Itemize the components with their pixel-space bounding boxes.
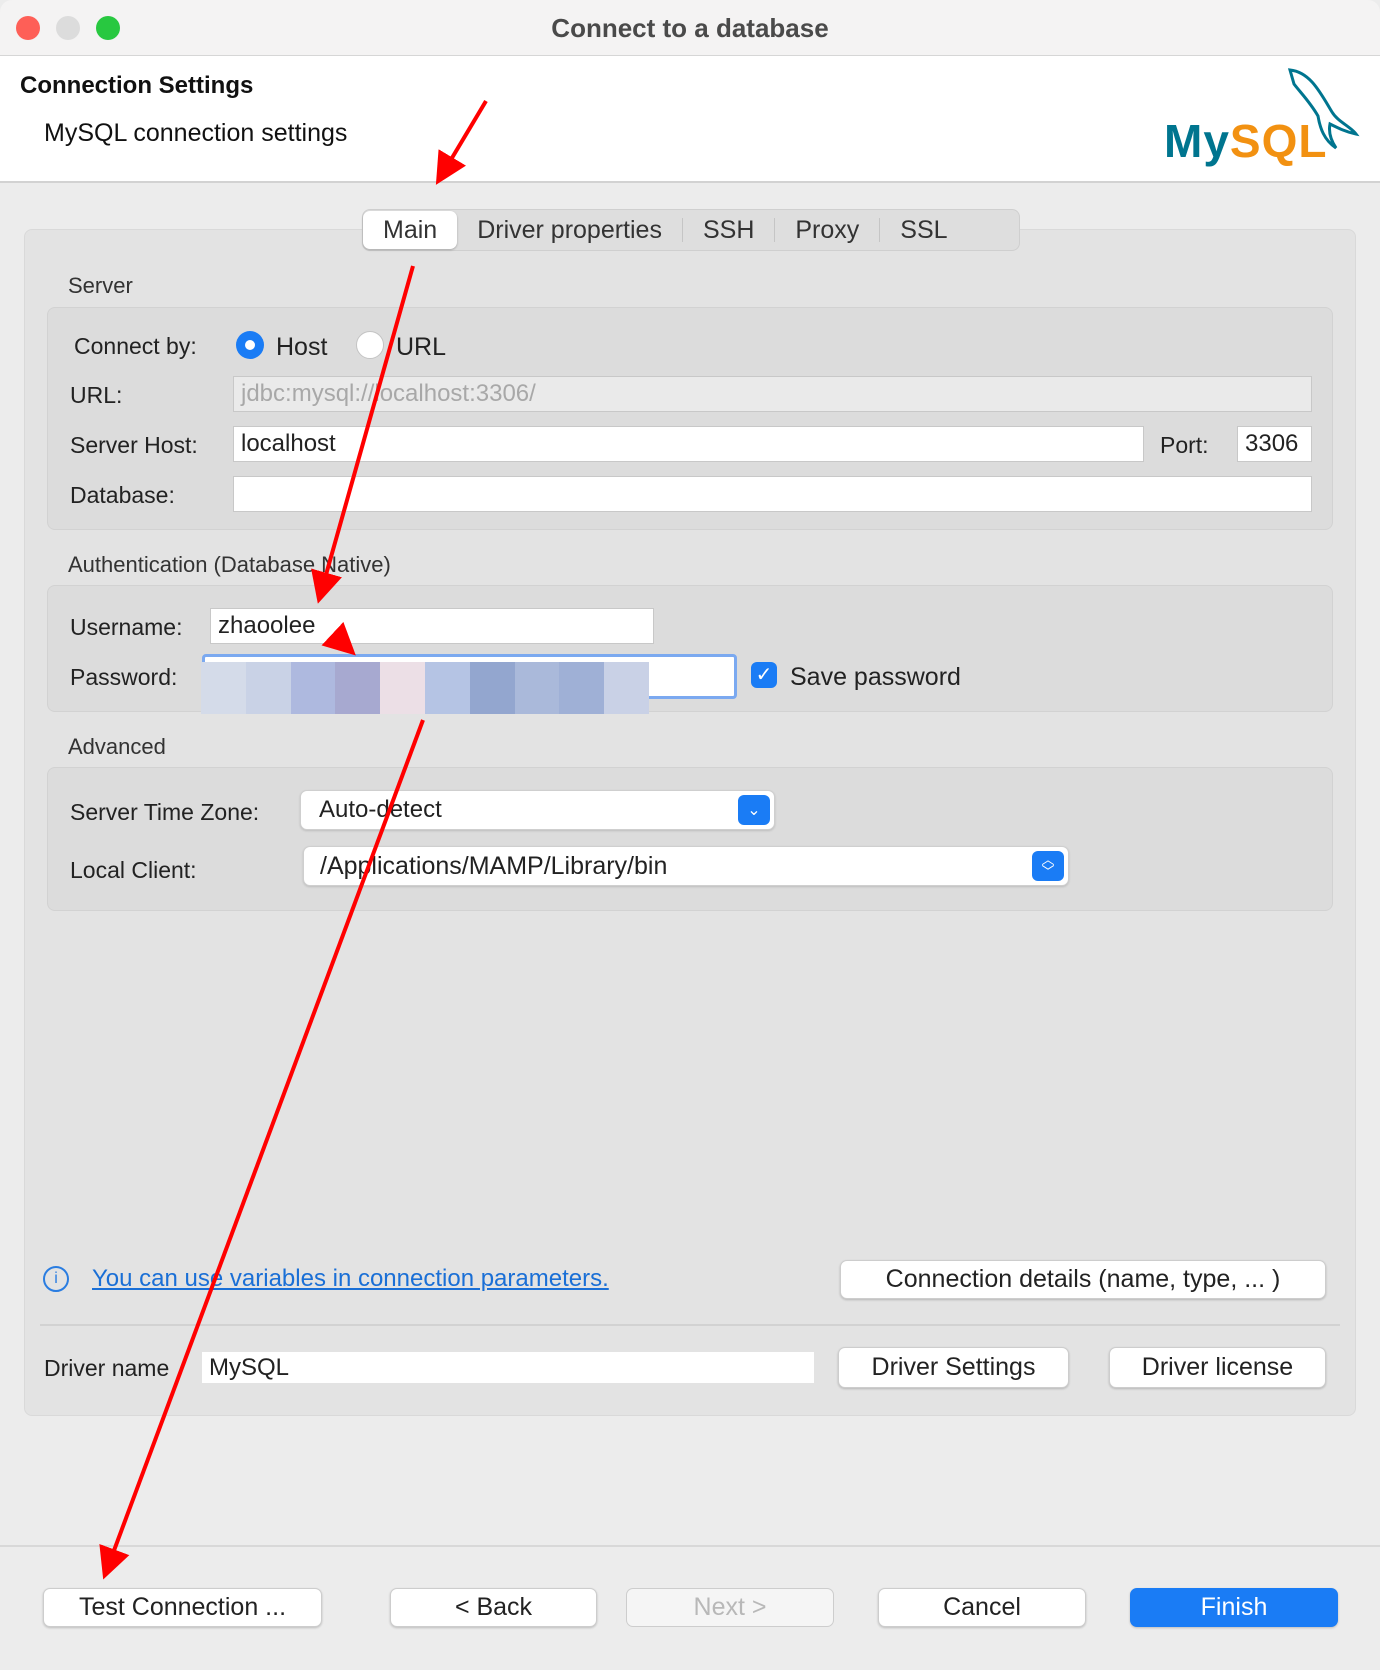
port-input[interactable]: 3306	[1237, 426, 1312, 462]
connect-by-label: Connect by:	[74, 333, 197, 359]
url-input[interactable]: jdbc:mysql://localhost:3306/	[233, 376, 1312, 412]
header: Connection Settings MySQL connection set…	[0, 56, 1380, 183]
database-input[interactable]	[233, 476, 1312, 512]
page-title: Connection Settings	[20, 72, 254, 99]
port-label: Port:	[1160, 432, 1209, 458]
driver-name-input[interactable]: MySQL	[202, 1352, 814, 1383]
finish-button[interactable]: Finish	[1130, 1588, 1338, 1627]
radio-url-label[interactable]: URL	[396, 333, 446, 362]
username-label: Username:	[70, 614, 183, 640]
back-button[interactable]: < Back	[390, 1588, 597, 1627]
mysql-logo: MySQL	[1160, 62, 1370, 174]
tab-driver-properties[interactable]: Driver properties	[457, 211, 682, 249]
timezone-label: Server Time Zone:	[70, 799, 260, 825]
advanced-section-label: Advanced	[68, 734, 166, 759]
divider	[40, 1324, 1340, 1326]
cancel-button[interactable]: Cancel	[878, 1588, 1086, 1627]
local-client-label: Local Client:	[70, 857, 197, 883]
timezone-select[interactable]: Auto-detect ⌄	[300, 790, 775, 830]
radio-host[interactable]	[236, 331, 264, 359]
server-host-label: Server Host:	[70, 432, 198, 458]
tab-proxy[interactable]: Proxy	[775, 211, 879, 249]
test-connection-button[interactable]: Test Connection ...	[43, 1588, 322, 1627]
save-password-checkbox[interactable]: ✓	[751, 662, 777, 688]
page-subtitle: MySQL connection settings	[44, 119, 348, 147]
next-button[interactable]: Next >	[626, 1588, 834, 1627]
tab-main[interactable]: Main	[363, 211, 458, 249]
title-bar: Connect to a database	[0, 0, 1380, 56]
variables-help-link[interactable]: You can use variables in connection para…	[92, 1265, 609, 1293]
driver-settings-button[interactable]: Driver Settings	[838, 1347, 1069, 1388]
password-input[interactable]	[201, 654, 737, 714]
tab-ssh[interactable]: SSH	[683, 211, 774, 249]
save-password-label[interactable]: Save password	[790, 663, 961, 692]
password-label: Password:	[70, 664, 178, 690]
username-input[interactable]: zhaoolee	[210, 608, 654, 644]
chevron-down-icon: ⌄	[738, 795, 770, 825]
redacted-password	[201, 662, 649, 714]
local-client-select[interactable]: /Applications/MAMP/Library/bin ︿ ﹀	[303, 846, 1069, 886]
driver-license-button[interactable]: Driver license	[1109, 1347, 1326, 1388]
server-host-input[interactable]: localhost	[233, 426, 1144, 462]
footer-divider	[0, 1545, 1380, 1547]
tab-bar: Main Driver properties SSH Proxy SSL	[362, 209, 1020, 251]
radio-host-label[interactable]: Host	[276, 333, 327, 362]
window-title: Connect to a database	[551, 13, 829, 43]
local-client-value: /Applications/MAMP/Library/bin	[320, 851, 668, 880]
info-icon: i	[43, 1266, 69, 1292]
radio-url[interactable]	[356, 331, 384, 359]
advanced-group	[47, 767, 1333, 911]
up-down-chevron-icon: ︿ ﹀	[1032, 851, 1064, 881]
driver-name-label: Driver name	[44, 1355, 170, 1381]
auth-section-label: Authentication (Database Native)	[68, 552, 391, 577]
tab-ssl[interactable]: SSL	[880, 211, 967, 249]
server-section-label: Server	[68, 273, 133, 298]
timezone-value: Auto-detect	[319, 796, 442, 823]
database-label: Database:	[70, 482, 175, 508]
connection-details-button[interactable]: Connection details (name, type, ... )	[840, 1260, 1326, 1299]
url-label: URL:	[70, 382, 123, 408]
